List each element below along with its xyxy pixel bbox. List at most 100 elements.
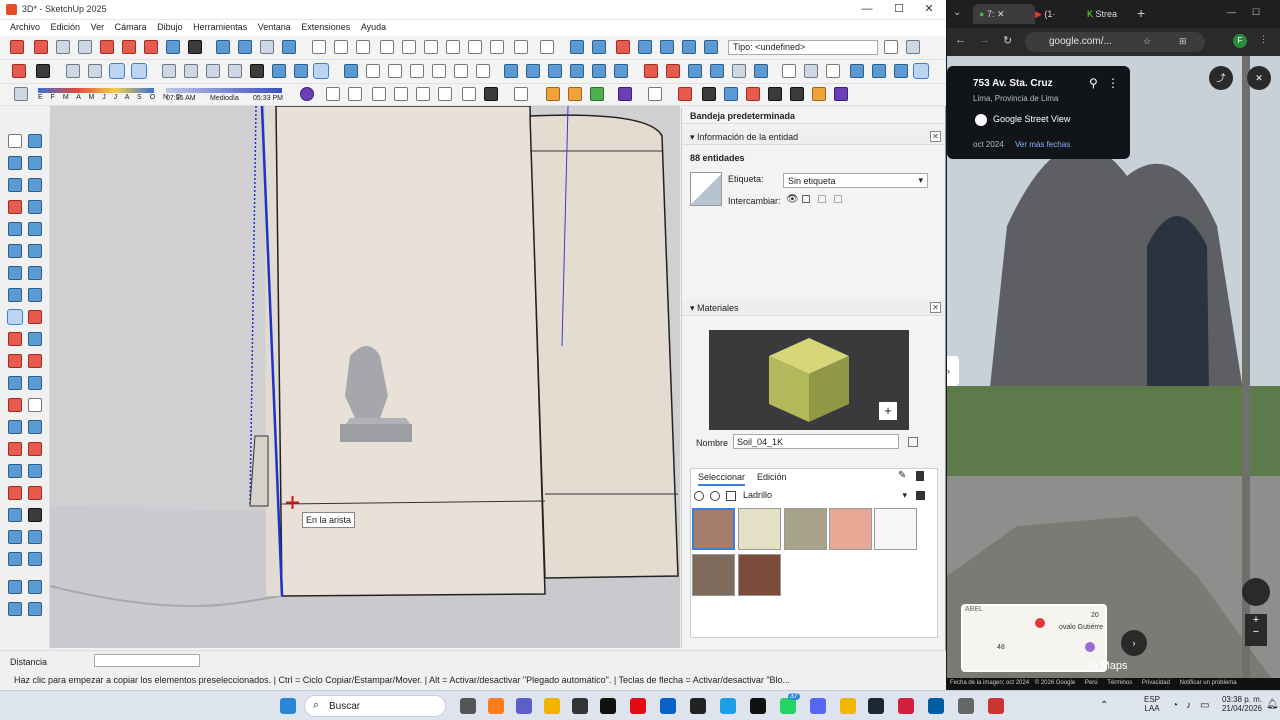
tiktok-icon[interactable] <box>750 698 766 714</box>
subtract-icon[interactable] <box>570 64 584 78</box>
solid4-tool-icon[interactable] <box>28 602 42 616</box>
arrow-g-icon[interactable] <box>812 87 826 101</box>
zoom-control[interactable]: + − <box>1245 614 1267 646</box>
text-icon[interactable] <box>710 64 724 78</box>
entity-swatch[interactable] <box>690 172 722 206</box>
menu-edicion[interactable]: Edición <box>47 20 85 34</box>
arrow-f-icon[interactable] <box>790 87 804 101</box>
solid3-tool-icon[interactable] <box>8 602 22 616</box>
shadow-month-slider[interactable] <box>38 88 154 93</box>
model-info-icon[interactable] <box>540 40 554 54</box>
minimize-button[interactable]: — <box>1227 7 1236 17</box>
eye-icon[interactable]: 👁 <box>786 194 799 205</box>
arc2-icon[interactable] <box>28 266 42 280</box>
door-icon[interactable] <box>454 64 468 78</box>
user-icon[interactable] <box>36 64 50 78</box>
erase-alt-icon[interactable] <box>28 178 42 192</box>
tab-stream[interactable]: K Strea <box>1081 4 1145 24</box>
duplicate-material-icon[interactable] <box>908 437 918 447</box>
material-swatch-1[interactable] <box>692 508 735 550</box>
droplet-full-icon[interactable] <box>894 64 908 78</box>
curve-icon[interactable] <box>648 87 662 101</box>
menu-dibujo[interactable]: Dibujo <box>153 20 187 34</box>
tab-edicion[interactable]: Edición <box>757 472 787 482</box>
zoom-window-tool-icon[interactable] <box>28 464 42 478</box>
bookmark-star-icon[interactable]: ☆ <box>1143 36 1151 47</box>
settings-icon[interactable] <box>958 698 974 714</box>
label-icon[interactable] <box>754 64 768 78</box>
close-button[interactable]: ✕ <box>914 2 944 17</box>
zoom-extents-icon[interactable] <box>100 40 114 54</box>
open-file-icon[interactable] <box>334 40 348 54</box>
materials-header[interactable]: ▾ Materiales ✕ <box>682 300 945 316</box>
eraser-tool-icon[interactable] <box>28 156 42 170</box>
volume-icon[interactable]: ♪ <box>1186 700 1191 711</box>
tab-search-icon[interactable]: ⌄ <box>953 7 961 18</box>
more-options-icon[interactable]: ⋮ <box>1107 76 1119 90</box>
style-icon[interactable] <box>313 63 329 79</box>
menu-camara[interactable]: Cámara <box>111 20 151 34</box>
split-icon[interactable] <box>614 64 628 78</box>
paint-bucket-icon[interactable] <box>14 87 28 101</box>
battery-icon[interactable]: ▭ <box>1200 700 1209 711</box>
skatter-icon[interactable] <box>568 87 582 101</box>
file-explorer-icon[interactable] <box>544 698 560 714</box>
pie-icon[interactable] <box>28 288 42 302</box>
footer-report[interactable]: Notificar un problema <box>1180 680 1237 686</box>
look-around-icon[interactable] <box>166 40 180 54</box>
delete-icon[interactable] <box>446 40 460 54</box>
tab-maps[interactable]: ● 7: ✕ <box>973 4 1035 24</box>
cut-icon[interactable] <box>380 40 394 54</box>
layout-icon[interactable] <box>372 87 386 101</box>
zoom-window-icon[interactable] <box>78 40 92 54</box>
shadow-cast-icon[interactable] <box>818 195 826 203</box>
next-arrow-button[interactable]: › <box>1121 630 1147 656</box>
profile-avatar[interactable]: F <box>1233 34 1247 48</box>
xray-icon[interactable] <box>162 64 176 78</box>
dimension-icon[interactable] <box>666 64 680 78</box>
top-view-icon[interactable] <box>131 63 147 79</box>
outlook-icon[interactable] <box>660 698 676 714</box>
section-display-icon[interactable] <box>238 40 252 54</box>
folder-icon[interactable] <box>782 64 796 78</box>
dome-icon[interactable] <box>394 87 408 101</box>
pushpull-tool-icon[interactable] <box>28 310 42 324</box>
menu-dots-icon[interactable]: ⋮ <box>1259 34 1268 45</box>
sv-more-dates[interactable]: Ver más fechas <box>1015 140 1070 149</box>
distance-input[interactable] <box>94 654 200 667</box>
footer-country[interactable]: Perú <box>1085 680 1098 686</box>
back-edges-icon[interactable] <box>184 64 198 78</box>
text-tool-icon[interactable] <box>28 398 42 412</box>
tag-tool-icon[interactable] <box>8 178 22 192</box>
previous-icon[interactable] <box>122 40 136 54</box>
shadow-time-slider[interactable] <box>166 88 282 93</box>
firefox-icon[interactable] <box>488 698 504 714</box>
add-detail-icon[interactable] <box>660 40 674 54</box>
paste-icon[interactable] <box>424 40 438 54</box>
follow-me-icon[interactable] <box>28 332 42 346</box>
push-pull-icon[interactable] <box>570 40 584 54</box>
outer-shell-icon[interactable] <box>504 64 518 78</box>
walk-tool-icon[interactable] <box>28 508 42 522</box>
trim-icon[interactable] <box>592 64 606 78</box>
redo-icon[interactable] <box>490 40 504 54</box>
create-material-icon[interactable]: + <box>879 402 897 420</box>
solid2-tool-icon[interactable] <box>28 580 42 594</box>
tag-select[interactable]: Sin etiqueta ▾ <box>783 173 928 188</box>
solid-tool-icon[interactable] <box>8 580 22 594</box>
sandbox-icon[interactable] <box>592 40 606 54</box>
bottom-view-icon[interactable] <box>432 64 446 78</box>
3d-warehouse-icon[interactable] <box>326 87 340 101</box>
menu-ayuda[interactable]: Ayuda <box>357 20 390 34</box>
whatsapp-icon[interactable] <box>780 698 796 714</box>
arc-icon[interactable] <box>8 266 22 280</box>
flip-edge-icon[interactable] <box>682 40 696 54</box>
share-icon[interactable]: ⤴ <box>1209 66 1233 90</box>
save-icon[interactable] <box>356 40 370 54</box>
app2-icon[interactable] <box>988 698 1004 714</box>
footer-terms[interactable]: Términos <box>1107 680 1132 686</box>
github-icon[interactable] <box>690 698 706 714</box>
language-indicator[interactable]: ESP LAA <box>1144 695 1160 713</box>
model-canvas[interactable] <box>50 106 680 648</box>
look-tool-icon[interactable] <box>8 530 22 544</box>
